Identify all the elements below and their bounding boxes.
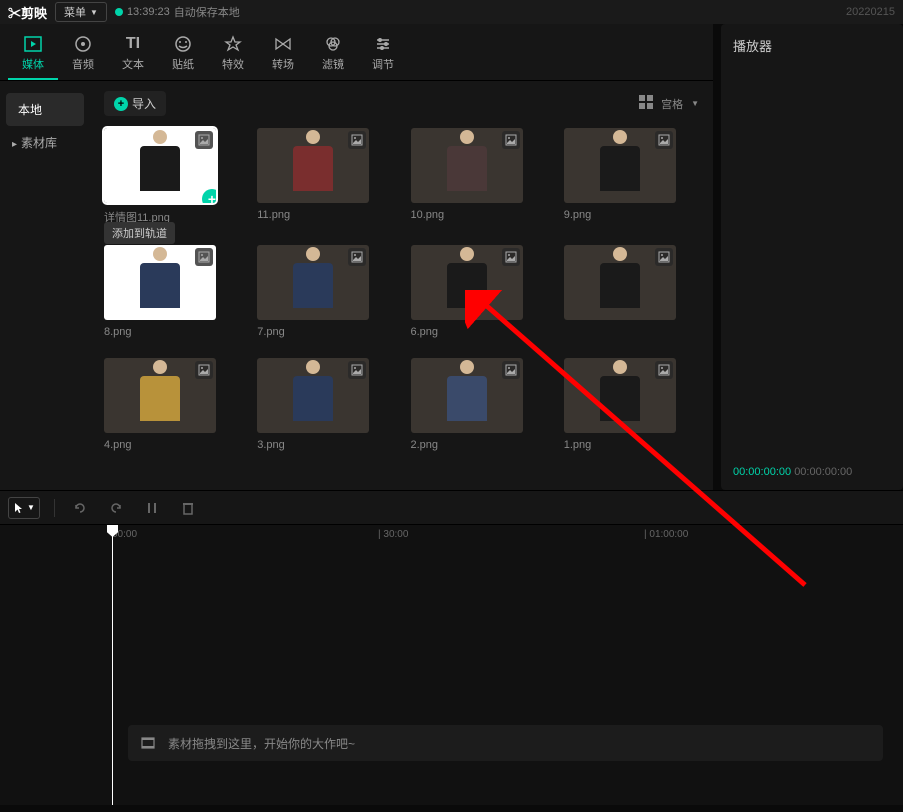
image-type-icon	[502, 131, 520, 149]
image-type-icon	[655, 248, 673, 266]
tab-label: 滤镜	[322, 56, 344, 72]
thumb-filename: 7.png	[257, 326, 392, 338]
cursor-tool[interactable]: ▼	[8, 497, 40, 519]
add-to-track-button[interactable]: +	[202, 189, 216, 203]
tab-text[interactable]: TI 文本	[108, 28, 158, 80]
media-thumb[interactable]: 9.png	[564, 128, 699, 225]
media-thumb[interactable]: 6.png	[411, 245, 546, 338]
ruler-tick: | 01:00:00	[644, 529, 688, 540]
redo-button[interactable]	[105, 497, 127, 519]
menu-dropdown[interactable]: 菜单 ▼	[55, 2, 107, 22]
tab-label: 特效	[222, 56, 244, 72]
ruler-tick: | 30:00	[378, 529, 408, 540]
tab-label: 文本	[122, 56, 144, 72]
media-thumb[interactable]: 11.png	[257, 128, 392, 225]
autosave-status: 13:39:23 自动保存本地	[115, 4, 240, 20]
thumb-filename: 10.png	[411, 209, 546, 221]
media-thumb[interactable]: 4.png	[104, 358, 239, 451]
date-watermark: 20220215	[846, 6, 895, 18]
plus-icon: +	[114, 97, 128, 111]
text-icon: TI	[123, 34, 143, 54]
thumb-filename: 3.png	[257, 439, 392, 451]
media-thumb[interactable]: 2.png	[411, 358, 546, 451]
tab-label: 调节	[372, 56, 394, 72]
tab-label: 转场	[272, 56, 294, 72]
import-button[interactable]: + 导入	[104, 91, 166, 116]
tab-label: 音频	[72, 56, 94, 72]
image-type-icon	[348, 248, 366, 266]
tab-filter[interactable]: 滤镜	[308, 28, 358, 80]
player-timecode: 00:00:00:00 00:00:00:00	[733, 466, 891, 478]
image-type-icon	[195, 248, 213, 266]
image-type-icon	[348, 131, 366, 149]
player-panel: 播放器 00:00:00:00 00:00:00:00	[721, 24, 903, 490]
player-title: 播放器	[733, 36, 891, 55]
media-thumb[interactable]: 10.png	[411, 128, 546, 225]
image-type-icon	[502, 248, 520, 266]
filter-icon	[323, 34, 343, 54]
thumb-filename: 8.png	[104, 326, 239, 338]
thumb-filename: 6.png	[411, 326, 546, 338]
media-thumb[interactable]: 8.png	[104, 245, 239, 338]
tab-adjust[interactable]: 调节	[358, 28, 408, 80]
delete-tool[interactable]	[177, 497, 199, 519]
thumb-filename: 2.png	[411, 439, 546, 451]
grid-view-icon[interactable]	[639, 95, 653, 112]
tab-audio[interactable]: 音频	[58, 28, 108, 80]
media-thumb[interactable]: 7.png	[257, 245, 392, 338]
media-icon	[23, 34, 43, 54]
media-thumb[interactable]: 3.png	[257, 358, 392, 451]
split-tool[interactable]	[141, 497, 163, 519]
undo-button[interactable]	[69, 497, 91, 519]
playhead[interactable]	[112, 525, 113, 805]
image-type-icon	[195, 361, 213, 379]
status-dot-icon	[115, 8, 123, 16]
tooltip: 添加到轨道	[104, 222, 175, 244]
tab-media[interactable]: 媒体	[8, 28, 58, 80]
audio-icon	[73, 34, 93, 54]
thumb-filename: 9.png	[564, 209, 699, 221]
media-thumb[interactable]: + 详情图11.png 添加到轨道	[104, 128, 239, 225]
image-type-icon	[655, 361, 673, 379]
sidebar-item-0[interactable]: 本地	[6, 93, 84, 126]
image-type-icon	[502, 361, 520, 379]
thumb-filename: 1.png	[564, 439, 699, 451]
app-logo: ✂剪映	[8, 3, 47, 22]
media-thumb[interactable]: 1.png	[564, 358, 699, 451]
effect-icon	[223, 34, 243, 54]
sidebar-item-1[interactable]: 素材库	[0, 126, 90, 159]
adjust-icon	[373, 34, 393, 54]
thumb-filename: 4.png	[104, 439, 239, 451]
transition-icon	[273, 34, 293, 54]
view-mode-label[interactable]: 宫格	[661, 96, 683, 112]
tab-label: 贴纸	[172, 56, 194, 72]
tab-effect[interactable]: 特效	[208, 28, 258, 80]
film-icon	[140, 735, 156, 751]
tab-transition[interactable]: 转场	[258, 28, 308, 80]
tab-label: 媒体	[22, 56, 44, 72]
image-type-icon	[348, 361, 366, 379]
timeline-drop-zone[interactable]: 素材拖拽到这里，开始你的大作吧~	[128, 725, 883, 761]
sticker-icon	[173, 34, 193, 54]
media-thumb[interactable]	[564, 245, 699, 338]
image-type-icon	[195, 131, 213, 149]
chevron-down-icon: ▼	[90, 8, 98, 17]
tab-sticker[interactable]: 贴纸	[158, 28, 208, 80]
chevron-down-icon: ▼	[691, 99, 699, 108]
thumb-filename: 11.png	[257, 209, 392, 221]
image-type-icon	[655, 131, 673, 149]
